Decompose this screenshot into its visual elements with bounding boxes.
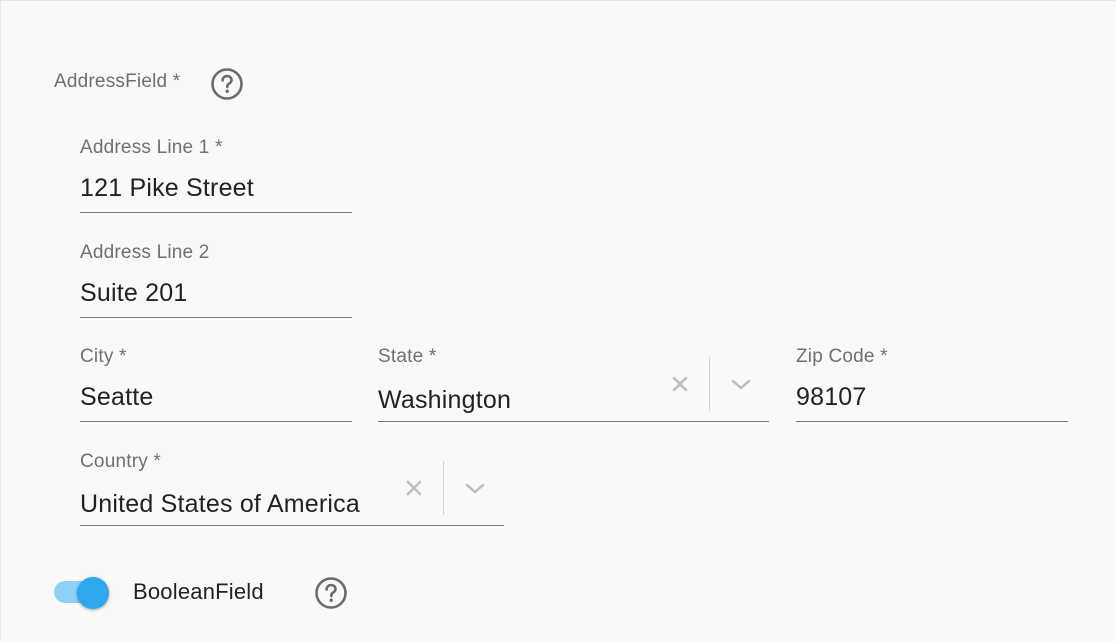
question-circle-icon [315, 577, 347, 609]
state-clear-icon[interactable] [670, 374, 690, 394]
country-select-divider [443, 461, 444, 515]
state-underline [378, 421, 769, 422]
address-line-2-input[interactable] [80, 277, 352, 309]
boolean-field-label: BooleanField [133, 579, 264, 604]
country-clear-icon[interactable] [404, 478, 424, 498]
zip-code-input[interactable] [796, 381, 1068, 413]
country-label: Country * [80, 451, 162, 472]
address-line-1-label: Address Line 1 * [80, 137, 223, 158]
form-panel: AddressField * Address Line 1 * Address … [0, 0, 1115, 641]
address-line-1-input[interactable] [80, 172, 352, 204]
address-line-2-label: Address Line 2 [80, 242, 210, 263]
address-field-label: AddressField * [54, 71, 181, 92]
zip-code-label: Zip Code * [796, 346, 888, 367]
city-underline [80, 421, 352, 422]
country-select[interactable]: United States of America [80, 490, 390, 519]
address-line-1-underline [80, 212, 352, 213]
state-label: State * [378, 346, 437, 367]
address-help-button[interactable] [210, 67, 244, 101]
address-line-2-underline [80, 317, 352, 318]
country-chevron-down-icon[interactable] [464, 482, 486, 496]
boolean-field-toggle-thumb[interactable] [77, 577, 109, 609]
city-label: City * [80, 346, 127, 367]
city-input[interactable] [80, 381, 352, 413]
zip-code-underline [796, 421, 1068, 422]
boolean-help-button[interactable] [314, 576, 348, 610]
country-underline [80, 525, 504, 526]
state-select-divider [709, 357, 710, 411]
question-circle-icon [211, 68, 243, 100]
state-select[interactable]: Washington [378, 386, 648, 415]
state-chevron-down-icon[interactable] [730, 378, 752, 392]
